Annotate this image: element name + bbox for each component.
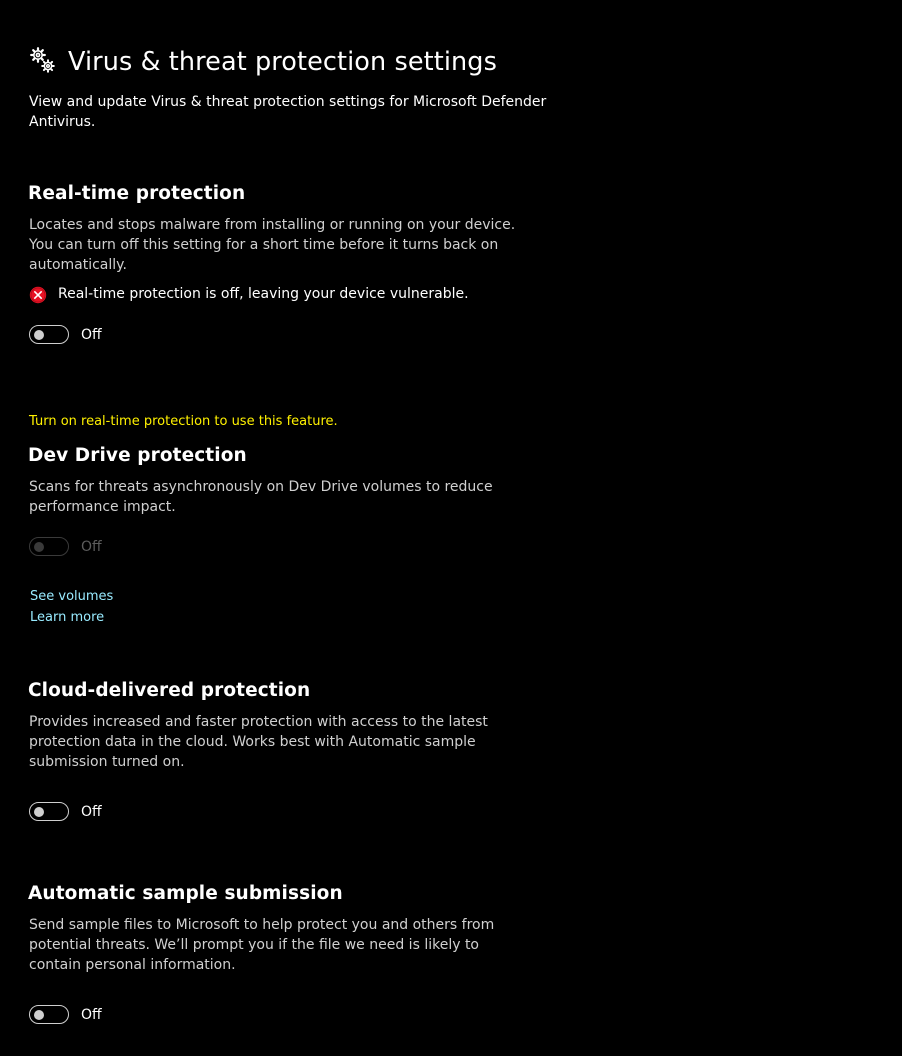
sample-submission-toggle[interactable] (29, 1005, 69, 1024)
realtime-protection-description: Locates and stops malware from installin… (29, 217, 516, 273)
page-subtitle: View and update Virus & threat protectio… (29, 94, 547, 130)
sample-toggle-label: Off (81, 1007, 102, 1023)
toggle-knob (34, 329, 44, 340)
realtime-protection-toggle[interactable] (29, 325, 69, 344)
page-title: Virus & threat protection settings (68, 47, 497, 77)
cloud-toggle-label: Off (81, 804, 102, 820)
error-x-icon (29, 286, 47, 304)
cloud-protection-description: Provides increased and faster protection… (29, 714, 488, 770)
devdrive-warning-text: Turn on real-time protection to use this… (29, 414, 338, 429)
learn-more-link[interactable]: Learn more (30, 609, 104, 627)
cloud-protection-title: Cloud-delivered protection (28, 680, 311, 701)
toggle-knob (34, 541, 44, 552)
realtime-protection-title: Real-time protection (28, 183, 246, 204)
devdrive-protection-title: Dev Drive protection (28, 445, 247, 466)
gears-icon (28, 44, 58, 76)
cloud-protection-toggle[interactable] (29, 802, 69, 821)
realtime-toggle-label: Off (81, 327, 102, 343)
sample-submission-description: Send sample files to Microsoft to help p… (29, 917, 495, 973)
realtime-status-text: Real-time protection is off, leaving you… (58, 286, 469, 302)
devdrive-protection-toggle[interactable] (29, 537, 69, 556)
toggle-knob (34, 806, 44, 817)
see-volumes-link[interactable]: See volumes (30, 588, 113, 606)
devdrive-toggle-label: Off (81, 539, 102, 555)
toggle-knob (34, 1009, 44, 1020)
sample-submission-title: Automatic sample submission (28, 883, 343, 904)
devdrive-protection-description: Scans for threats asynchronously on Dev … (29, 479, 493, 515)
